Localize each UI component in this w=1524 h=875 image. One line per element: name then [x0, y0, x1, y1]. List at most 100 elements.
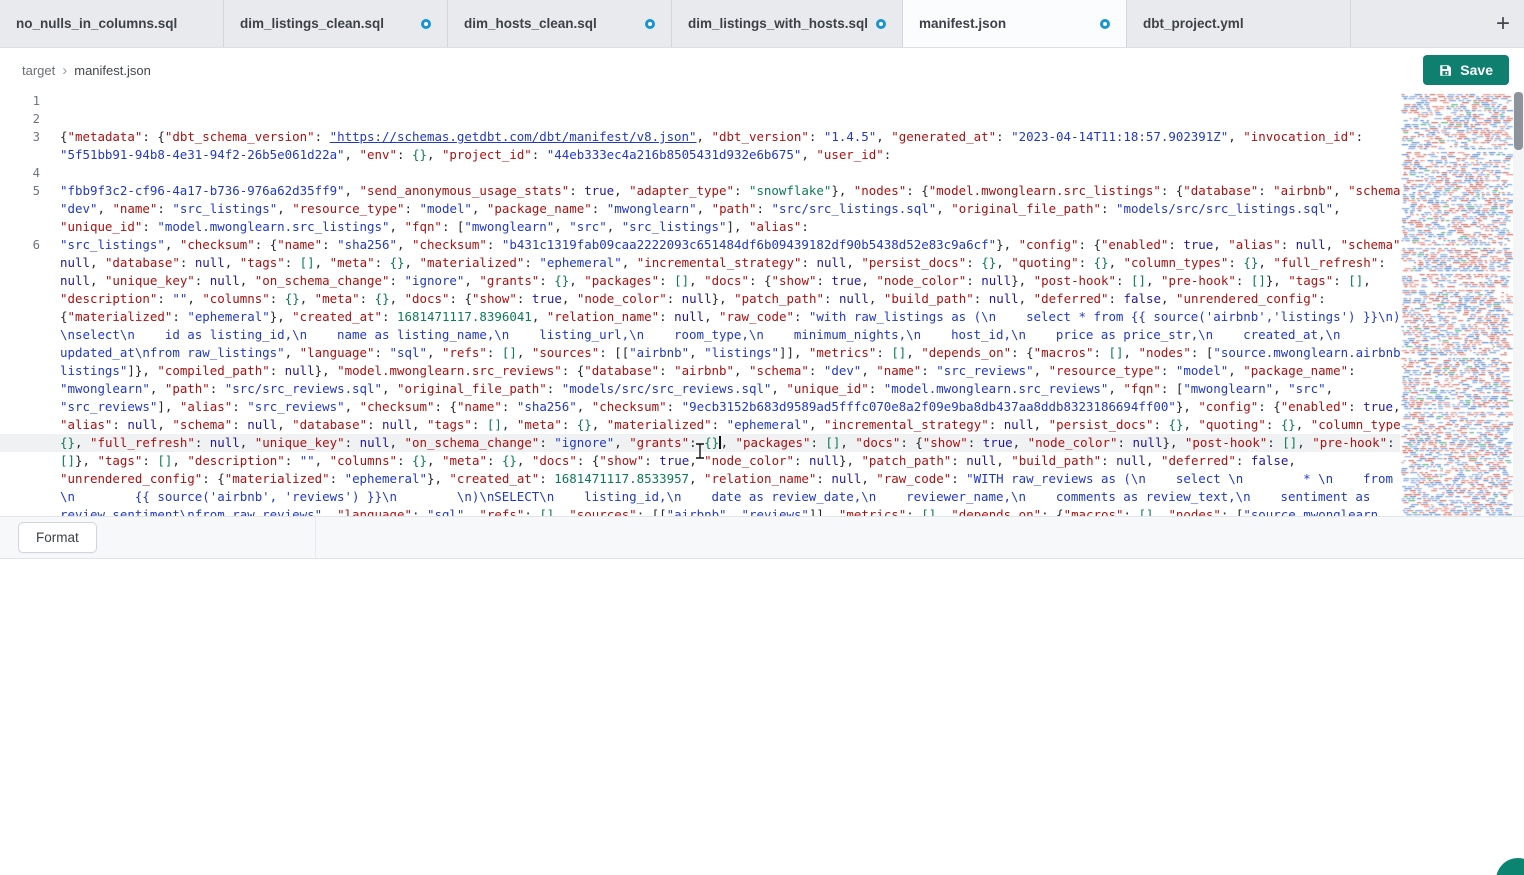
scrollbar[interactable] — [1513, 92, 1524, 516]
scrollbar-thumb[interactable] — [1514, 92, 1523, 150]
code-text: "unique_id": "model.mwonglearn.src_listi… — [60, 218, 809, 236]
line-number — [0, 326, 40, 344]
tab-bar-spacer: + — [1351, 0, 1524, 47]
code-text: listings"]}, "compiled_path": null}, "mo… — [60, 362, 1356, 380]
code-line[interactable]: []}, "tags": [], "description": "", "col… — [0, 452, 1524, 470]
code-line[interactable]: {"materialized": "ephemeral"}, "created_… — [0, 308, 1524, 326]
line-number: 6 — [0, 236, 40, 254]
code-text: review_sentiment\nfrom raw_reviews", "la… — [60, 506, 1378, 516]
code-text: "5f51bb91-94b8-4e31-94f2-26b5e061d22a", … — [60, 146, 891, 164]
line-number — [0, 416, 40, 434]
breadcrumb-folder[interactable]: target — [22, 63, 55, 78]
tab-label: dim_listings_clean.sql — [240, 16, 384, 31]
code-line[interactable]: \nselect\n id as listing_id,\n name as l… — [0, 326, 1524, 344]
tab-dim-hosts-clean-sql[interactable]: dim_hosts_clean.sql — [448, 0, 672, 47]
tab-manifest-json[interactable]: manifest.json — [903, 0, 1127, 47]
line-number — [0, 434, 40, 452]
tab-label: dim_listings_with_hosts.sql — [688, 16, 868, 31]
line-number — [0, 200, 40, 218]
line-number — [0, 362, 40, 380]
save-button[interactable]: Save — [1423, 55, 1509, 85]
tab-dim-listings-with-hosts-sql[interactable]: dim_listings_with_hosts.sql — [672, 0, 903, 47]
code-text: "unrendered_config": {"materialized": "e… — [60, 470, 1393, 488]
format-button[interactable]: Format — [18, 522, 97, 553]
line-number: 5 — [0, 182, 40, 200]
code-text: "fbb9f3c2-cf96-4a17-b736-976a62d35ff9", … — [60, 182, 1415, 200]
unsaved-changes-icon[interactable] — [645, 19, 655, 29]
line-number — [0, 218, 40, 236]
line-number — [0, 506, 40, 516]
tab-bar: no_nulls_in_columns.sql dim_listings_clea… — [0, 0, 1524, 48]
code-line[interactable]: 1 — [0, 92, 1524, 110]
code-line[interactable]: {}, "full_refresh": null, "unique_key": … — [0, 434, 1524, 452]
code-text: {}, "full_refresh": null, "unique_key": … — [60, 434, 1395, 452]
code-text: \n {{ source('airbnb', 'reviews') }}\n \… — [60, 488, 1370, 506]
line-number — [0, 398, 40, 416]
code-line[interactable]: \n {{ source('airbnb', 'reviews') }}\n \… — [0, 488, 1524, 506]
code-text: {"metadata": {"dbt_schema_version": "htt… — [60, 128, 1363, 146]
code-line[interactable]: "unrendered_config": {"materialized": "e… — [0, 470, 1524, 488]
code-editor[interactable]: 123 {"metadata": {"dbt_schema_version": "… — [0, 92, 1524, 516]
code-text: null, "database": null, "tags": [], "met… — [60, 254, 1386, 272]
line-number — [0, 380, 40, 398]
tab-dim-listings-clean-sql[interactable]: dim_listings_clean.sql — [224, 0, 448, 47]
code-line[interactable]: "unique_id": "model.mwonglearn.src_listi… — [0, 218, 1524, 236]
tab-dbt-project-yml[interactable]: dbt_project.yml — [1127, 0, 1351, 47]
code-line[interactable]: null, "database": null, "tags": [], "met… — [0, 254, 1524, 272]
minimap[interactable] — [1400, 92, 1513, 516]
code-line[interactable]: null, "unique_key": null, "on_schema_cha… — [0, 272, 1524, 290]
code-lines: 123 {"metadata": {"dbt_schema_version": "… — [0, 92, 1524, 516]
code-line[interactable]: 5 "fbb9f3c2-cf96-4a17-b736-976a62d35ff9",… — [0, 182, 1524, 200]
code-text: "dev", "name": "src_listings", "resource… — [60, 200, 1341, 218]
line-number — [0, 488, 40, 506]
code-text: \nselect\n id as listing_id,\n name as l… — [60, 326, 1340, 344]
bottom-toolbar: Format — [0, 516, 1524, 559]
tab-label: dim_hosts_clean.sql — [464, 16, 597, 31]
line-number — [0, 272, 40, 290]
code-text: "src_reviews"], "alias": "src_reviews", … — [60, 398, 1401, 416]
code-text: updated_at\nfrom raw_listings", "languag… — [60, 344, 1408, 362]
app-root: no_nulls_in_columns.sql dim_listings_clea… — [0, 0, 1524, 875]
code-text: "mwonglearn", "path": "src/src_reviews.s… — [60, 380, 1333, 398]
panel-divider — [315, 517, 316, 558]
code-text: {"materialized": "ephemeral"}, "created_… — [60, 308, 1400, 326]
code-line[interactable]: 6 "src_listings", "checksum": {"name": "s… — [0, 236, 1524, 254]
code-text: []}, "tags": [], "description": "", "col… — [60, 452, 1296, 470]
tab-no-nulls-in-columns-sql[interactable]: no_nulls_in_columns.sql — [0, 0, 224, 47]
line-number — [0, 344, 40, 362]
code-line[interactable]: "alias": null, "schema": null, "database… — [0, 416, 1524, 434]
code-line[interactable]: 4 — [0, 164, 1524, 182]
code-line[interactable]: "mwonglearn", "path": "src/src_reviews.s… — [0, 380, 1524, 398]
chevron-right-icon: › — [62, 62, 67, 79]
line-number — [0, 470, 40, 488]
breadcrumb-file: manifest.json — [74, 63, 151, 78]
line-number — [0, 146, 40, 164]
code-line[interactable]: "5f51bb91-94b8-4e31-94f2-26b5e061d22a", … — [0, 146, 1524, 164]
results-panel — [0, 559, 1524, 875]
line-number: 1 — [0, 92, 40, 110]
line-number: 3 — [0, 128, 40, 146]
code-text: null, "unique_key": null, "on_schema_cha… — [60, 272, 1371, 290]
code-line[interactable]: "src_reviews"], "alias": "src_reviews", … — [0, 398, 1524, 416]
unsaved-changes-icon[interactable] — [876, 19, 886, 29]
code-line[interactable]: listings"]}, "compiled_path": null}, "mo… — [0, 362, 1524, 380]
code-text: "src_listings", "checksum": {"name": "sh… — [60, 236, 1408, 254]
code-line[interactable]: "dev", "name": "src_listings", "resource… — [0, 200, 1524, 218]
new-tab-button[interactable]: + — [1496, 12, 1510, 36]
code-line[interactable]: 2 — [0, 110, 1524, 128]
tab-label: dbt_project.yml — [1143, 16, 1244, 31]
line-number: 2 — [0, 110, 40, 128]
line-number — [0, 452, 40, 470]
code-line[interactable]: "description": "", "columns": {}, "meta"… — [0, 290, 1524, 308]
code-line[interactable]: updated_at\nfrom raw_listings", "languag… — [0, 344, 1524, 362]
unsaved-changes-icon[interactable] — [1100, 19, 1110, 29]
line-number — [0, 290, 40, 308]
breadcrumb-bar: target › manifest.json Save — [0, 48, 1524, 92]
code-line[interactable]: 3 {"metadata": {"dbt_schema_version": "ht… — [0, 128, 1524, 146]
code-text: "description": "", "columns": {}, "meta"… — [60, 290, 1326, 308]
unsaved-changes-icon[interactable] — [421, 19, 431, 29]
floppy-disk-icon — [1439, 64, 1452, 77]
code-line[interactable]: review_sentiment\nfrom raw_reviews", "la… — [0, 506, 1524, 516]
line-number — [0, 308, 40, 326]
line-number: 4 — [0, 164, 40, 182]
